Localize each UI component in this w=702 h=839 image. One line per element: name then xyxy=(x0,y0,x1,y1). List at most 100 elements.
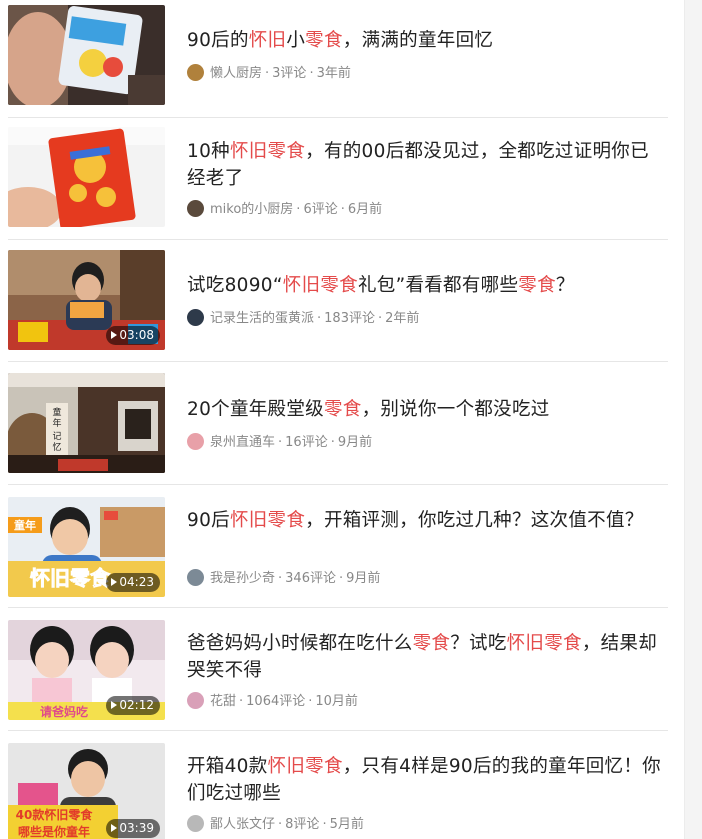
item-title[interactable]: 20个童年殿堂级零食，别说你一个都没吃过 xyxy=(187,396,667,423)
highlighted-keyword: 零食 xyxy=(323,399,362,420)
scrollbar[interactable] xyxy=(684,0,702,839)
item-title[interactable]: 90后怀旧零食，开箱评测，你吃过几种？这次值不值？ xyxy=(187,507,667,534)
author-avatar[interactable] xyxy=(187,569,204,586)
author-name[interactable]: 鄙人张文仔 xyxy=(210,817,275,832)
author-name[interactable]: 花甜 xyxy=(210,694,236,709)
thumb-caption: 请爸妈吃 xyxy=(40,704,88,719)
publish-time: 9月前 xyxy=(337,435,373,450)
video-duration: 03:08 xyxy=(106,326,160,345)
author-name[interactable]: 记录生活的蛋黄派 xyxy=(210,311,314,326)
duration-label: 04:23 xyxy=(119,575,154,589)
list-item[interactable]: 90后的怀旧小零食，满满的童年回忆 懒人厨房 · 3评论 · 3年前 xyxy=(8,0,668,118)
title-text: 试吃8090“ xyxy=(187,275,283,296)
video-thumbnail[interactable]: 童 年 记 忆 xyxy=(8,373,165,473)
author-name[interactable]: miko的小厨房 xyxy=(210,202,293,217)
publish-time: 10月前 xyxy=(315,694,358,709)
thumb-calligraphy: 年 xyxy=(52,417,61,429)
thumb-caption: 怀旧零食 xyxy=(30,566,111,590)
video-thumbnail[interactable]: 请爸妈吃 02:12 xyxy=(8,620,165,720)
item-title[interactable]: 10种怀旧零食，有的00后都没见过，全都吃过证明你已经老了 xyxy=(187,138,667,192)
meta-separator: · xyxy=(309,66,314,81)
duration-label: 03:39 xyxy=(119,821,154,835)
meta-separator: · xyxy=(338,571,344,586)
highlighted-keyword: 怀旧零食 xyxy=(282,275,358,296)
item-title[interactable]: 爸爸妈妈小时候都在吃什么零食？试吃怀旧零食，结果却哭笑不得 xyxy=(187,630,667,684)
video-thumbnail[interactable]: 40款怀旧零食 哪些是你童年 03:39 xyxy=(8,743,165,839)
list-item[interactable]: 童年 怀旧零食 04:23 90后怀旧零食，开箱评测，你吃过几种？这次值不值？ … xyxy=(8,485,668,608)
meta-separator: · xyxy=(322,817,327,832)
comment-count: 346评论 xyxy=(285,571,336,586)
meta-separator: · xyxy=(317,311,322,326)
title-text: 礼包”看看都有哪些 xyxy=(357,275,519,296)
meta-separator: · xyxy=(340,202,345,217)
item-meta: 花甜 · 1064评论 · 10月前 xyxy=(187,692,358,711)
meta-separator: · xyxy=(265,66,270,81)
title-text: 90后 xyxy=(187,510,230,531)
video-thumbnail[interactable] xyxy=(8,127,165,227)
list-item[interactable]: 40款怀旧零食 哪些是你童年 03:39 开箱40款怀旧零食，只有4样是90后的… xyxy=(8,731,668,839)
highlighted-keyword: 怀旧零食 xyxy=(229,510,306,531)
play-icon xyxy=(111,331,118,339)
author-avatar[interactable] xyxy=(187,200,204,217)
thumbnail-image: 童 年 记 忆 xyxy=(8,373,165,473)
author-avatar[interactable] xyxy=(187,64,204,81)
item-meta: 记录生活的蛋黄派 · 183评论 · 2年前 xyxy=(187,309,419,328)
meta-separator: · xyxy=(278,817,283,832)
author-avatar[interactable] xyxy=(187,433,204,450)
item-meta: 懒人厨房 · 3评论 · 3年前 xyxy=(187,64,351,83)
title-text: 爸爸妈妈小时候都在吃什么 xyxy=(187,633,413,654)
highlighted-keyword: 怀旧零食 xyxy=(267,756,343,777)
comment-count: 183评论 xyxy=(324,311,375,326)
meta-separator: · xyxy=(278,571,283,586)
duration-label: 03:08 xyxy=(119,328,154,342)
thumb-caption: 哪些是你童年 xyxy=(18,824,90,839)
video-duration: 02:12 xyxy=(106,696,160,715)
meta-separator: · xyxy=(239,694,244,709)
comment-count: 16评论 xyxy=(285,435,328,450)
publish-time: 9月前 xyxy=(346,571,381,586)
author-avatar[interactable] xyxy=(187,815,204,832)
meta-separator: · xyxy=(278,435,283,450)
author-name[interactable]: 懒人厨房 xyxy=(210,66,262,81)
video-duration: 04:23 xyxy=(106,573,160,592)
list-item[interactable]: 童 年 记 忆 20个童年殿堂级零食，别说你一个都没吃过 泉州直通车 · 16评论 ·… xyxy=(8,362,668,485)
author-name[interactable]: 泉州直通车 xyxy=(210,435,275,450)
highlighted-keyword: 怀旧 xyxy=(248,30,287,51)
title-text: ，开箱评测，你吃过几种？这次值不值？ xyxy=(305,510,644,531)
publish-time: 6月前 xyxy=(347,202,383,217)
list-item[interactable]: 请爸妈吃 02:12 爸爸妈妈小时候都在吃什么零食？试吃怀旧零食，结果却哭笑不得… xyxy=(8,608,668,731)
play-icon xyxy=(111,701,118,709)
item-meta: 鄙人张文仔 · 8评论 · 5月前 xyxy=(187,815,364,834)
thumbnail-image xyxy=(8,5,165,105)
comment-count: 1064评论 xyxy=(246,694,306,709)
title-text: ？ xyxy=(555,275,575,296)
item-title[interactable]: 开箱40款怀旧零食，只有4样是90后的我的童年回忆！你们吃过哪些 xyxy=(187,753,667,807)
meta-separator: · xyxy=(330,435,335,450)
title-text: 10种 xyxy=(187,141,230,162)
video-thumbnail[interactable]: 童年 怀旧零食 04:23 xyxy=(8,497,165,597)
list-item[interactable]: 03:08 试吃8090“怀旧零食礼包”看看都有哪些零食？ 记录生活的蛋黄派 · 1… xyxy=(8,240,668,362)
video-duration: 03:39 xyxy=(106,819,160,838)
thumb-calligraphy: 童 xyxy=(52,406,61,418)
play-icon xyxy=(111,824,118,832)
title-text: ，满满的童年回忆 xyxy=(342,30,494,51)
duration-label: 02:12 xyxy=(119,698,154,712)
play-icon xyxy=(111,578,118,586)
meta-separator: · xyxy=(377,311,383,326)
item-title[interactable]: 90后的怀旧小零食，满满的童年回忆 xyxy=(187,27,667,54)
author-avatar[interactable] xyxy=(187,309,204,326)
video-thumbnail[interactable]: 03:08 xyxy=(8,250,165,350)
item-title[interactable]: 试吃8090“怀旧零食礼包”看看都有哪些零食？ xyxy=(187,272,667,299)
list-item[interactable]: 10种怀旧零食，有的00后都没见过，全都吃过证明你已经老了 miko的小厨房 · 6… xyxy=(8,118,668,240)
comment-count: 3评论 xyxy=(272,66,307,81)
comment-count: 6评论 xyxy=(303,202,338,217)
highlighted-keyword: 怀旧零食 xyxy=(229,141,306,162)
highlighted-keyword: 零食 xyxy=(412,633,451,654)
meta-separator: · xyxy=(308,694,313,709)
title-text: ，别说你一个都没吃过 xyxy=(361,399,550,420)
author-avatar[interactable] xyxy=(187,692,204,709)
thumb-calligraphy: 记 xyxy=(52,431,61,442)
video-thumbnail[interactable] xyxy=(8,5,165,105)
author-name[interactable]: 我是孙少奇 xyxy=(210,571,275,586)
publish-time: 2年前 xyxy=(385,311,420,326)
